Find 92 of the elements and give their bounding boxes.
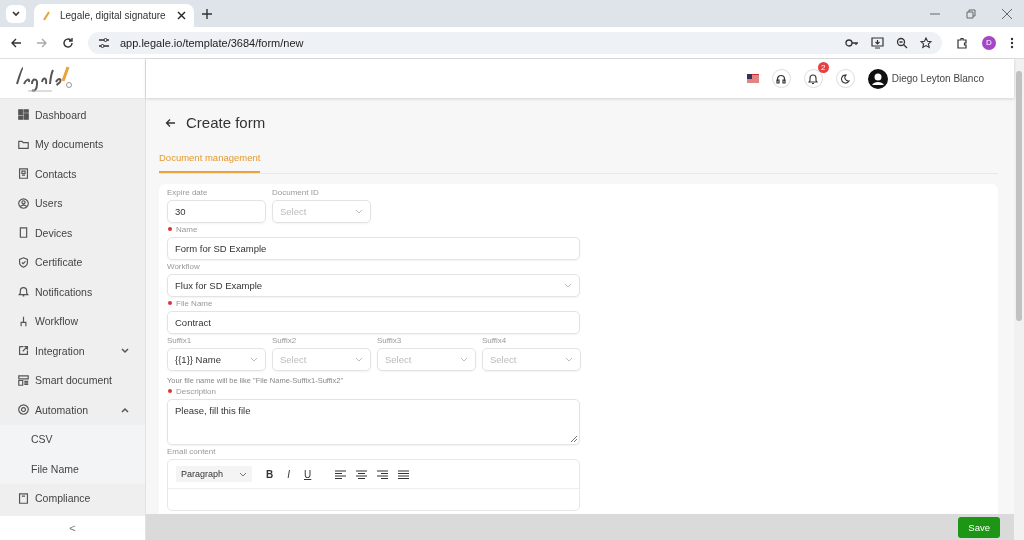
collapse-button[interactable]: <: [0, 516, 145, 540]
field-label: File Name: [167, 299, 580, 308]
headset-icon: [776, 73, 787, 84]
page-title: Create form: [186, 114, 266, 131]
restore-icon[interactable]: [966, 8, 976, 19]
external-link-icon: [18, 345, 29, 357]
us-flag-icon[interactable]: [746, 74, 759, 83]
justify-icon[interactable]: [398, 469, 410, 479]
pen-icon: [42, 10, 52, 21]
sidebar-item[interactable]: Notifications: [0, 277, 145, 307]
sidebar-item[interactable]: Certificate: [0, 247, 145, 277]
shield-icon: [18, 256, 29, 268]
align-left-icon[interactable]: [335, 469, 347, 479]
sidebar-subitem[interactable]: CSV: [0, 424, 145, 454]
field-label: Suffix2: [272, 336, 298, 345]
sidebar-item[interactable]: Integration: [0, 336, 145, 366]
chevron-down-icon: [355, 209, 363, 214]
chevron-down-icon: [355, 357, 363, 362]
sidebar-item[interactable]: Compliance: [0, 483, 145, 513]
tab-list-button[interactable]: [6, 4, 26, 23]
chevron-down-icon: [565, 357, 573, 362]
notification-badge: 2: [817, 62, 829, 73]
expire-date-field[interactable]: 30: [167, 200, 266, 223]
chevron-down-icon: [250, 357, 258, 362]
file-name-field[interactable]: Contract: [167, 311, 580, 334]
sidebar-item[interactable]: Devices: [0, 218, 145, 248]
document-icon: [18, 492, 29, 504]
user-name[interactable]: Diego Leyton Blanco: [891, 73, 984, 84]
gear-icon: [18, 404, 29, 416]
format-button[interactable]: U: [304, 468, 312, 480]
chevron-down-icon: [460, 357, 468, 362]
key-icon[interactable]: [845, 36, 859, 49]
bell-icon: [808, 73, 819, 84]
chevron-down-icon: [564, 283, 572, 288]
reload-icon[interactable]: [62, 36, 74, 49]
field-label: Suffix3: [377, 336, 403, 345]
back-arrow-icon[interactable]: [165, 117, 176, 128]
field-label: Document ID: [272, 188, 320, 197]
grid-icon: [18, 109, 29, 121]
tablet-icon: [18, 227, 29, 239]
browser-tab[interactable]: Legale, digital signature: [34, 4, 194, 27]
install-icon[interactable]: [871, 36, 884, 49]
description-field[interactable]: Please, fill this file: [167, 399, 580, 445]
plus-icon[interactable]: [202, 8, 212, 19]
contact-card-icon: [18, 168, 29, 180]
site-settings-icon: [98, 36, 110, 49]
field-label: Suffix1: [167, 336, 193, 345]
zoom-icon[interactable]: [896, 36, 908, 49]
field-label: Workflow: [167, 262, 201, 271]
format-button[interactable]: B: [266, 468, 274, 480]
bell-icon: [18, 286, 29, 298]
align-center-icon[interactable]: [356, 469, 368, 479]
sidebar-item[interactable]: Automation: [0, 395, 145, 425]
hierarchy-icon: [18, 315, 29, 327]
back-icon[interactable]: [10, 36, 22, 49]
resize-grip-icon[interactable]: [571, 436, 577, 442]
email-editor[interactable]: Paragraph B I U: [167, 459, 580, 511]
extensions-icon[interactable]: [956, 36, 968, 49]
menu-icon[interactable]: [1010, 36, 1014, 49]
chevron-down-icon: [12, 10, 20, 17]
sidebar-item[interactable]: Smart document: [0, 365, 145, 395]
chevron-up-icon: [121, 406, 129, 413]
name-field[interactable]: Form for SD Example: [167, 237, 580, 260]
chevron-down-icon: [121, 347, 129, 354]
field-label: Expire date: [167, 188, 209, 197]
align-right-icon[interactable]: [377, 469, 389, 479]
field-label: Suffix4: [482, 336, 508, 345]
block-style-select[interactable]: Paragraph: [176, 466, 252, 482]
profile-avatar[interactable]: D: [982, 35, 996, 50]
folder-icon: [18, 138, 29, 150]
format-button[interactable]: I: [287, 468, 290, 480]
sidebar-item[interactable]: My documents: [0, 129, 145, 159]
sidebar-item[interactable]: Users: [0, 188, 145, 218]
sidebar-item[interactable]: Contacts: [0, 159, 145, 189]
user-icon: [18, 197, 29, 209]
sidebar-item[interactable]: Dashboard: [0, 100, 145, 130]
star-icon[interactable]: [920, 36, 932, 49]
close-icon[interactable]: [177, 11, 186, 20]
moon-icon: [840, 73, 851, 84]
field-label: Email content: [167, 447, 217, 456]
suffix-select[interactable]: {{1}} Name: [167, 348, 266, 371]
workflow-select[interactable]: Flux for SD Example: [167, 274, 580, 297]
field-label: Name: [167, 225, 580, 234]
sidebar-item[interactable]: Workflow: [0, 306, 145, 336]
chevron-down-icon: [239, 471, 247, 477]
sidebar-subitem[interactable]: File Name: [0, 454, 145, 484]
save-button[interactable]: Save: [958, 516, 1000, 538]
address-bar[interactable]: app.legale.io/template/3684/form/new: [88, 31, 942, 54]
scrollbar[interactable]: [1014, 59, 1024, 540]
layout-icon: [18, 374, 29, 386]
field-label: Description: [167, 387, 580, 396]
avatar-icon[interactable]: [867, 68, 888, 89]
